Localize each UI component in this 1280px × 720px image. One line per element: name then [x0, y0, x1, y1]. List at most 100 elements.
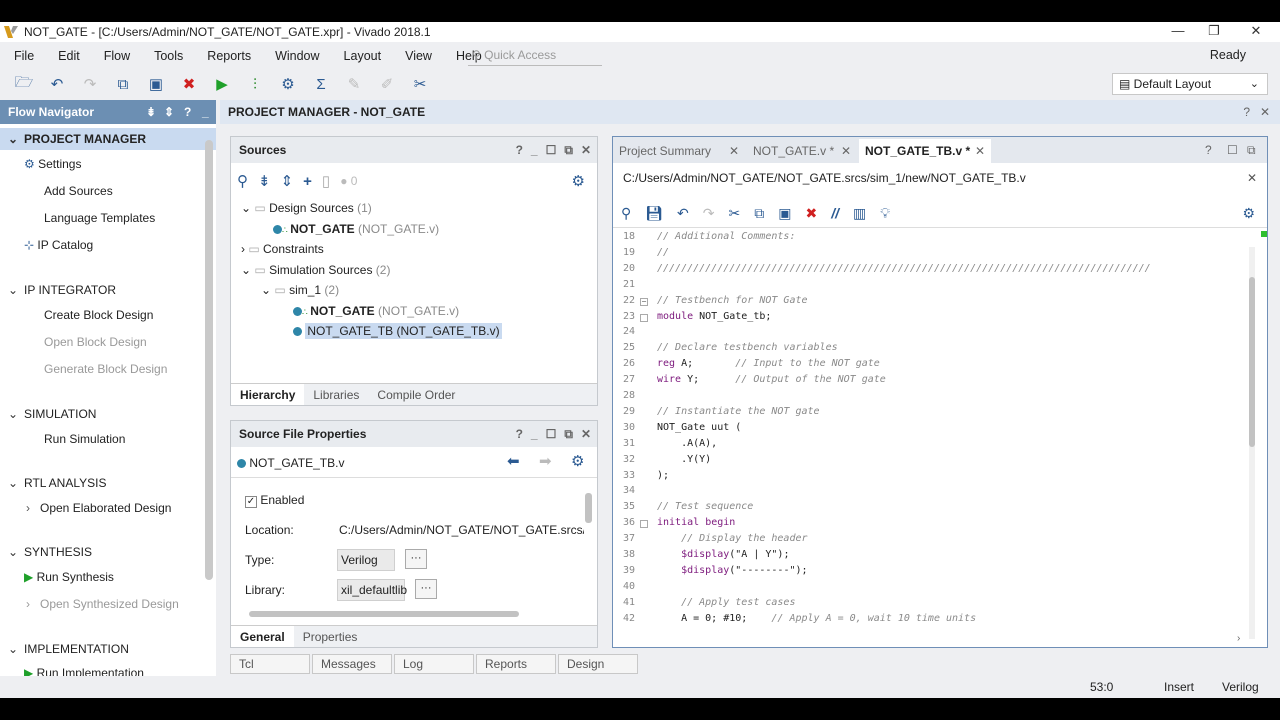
expand-icon[interactable]: ⇕ — [164, 100, 174, 124]
tree-sim-item-not-gate[interactable]: ∴ NOT_GATE (NOT_GATE.v) — [293, 304, 459, 318]
tree-sim-item-tb[interactable]: NOT_GATE_TB (NOT_GATE_TB.v) — [293, 323, 502, 339]
tree-constraints[interactable]: › ▭ Constraints — [241, 242, 324, 256]
fold-marker-icon[interactable] — [640, 313, 648, 322]
close-icon[interactable]: ✕ — [975, 139, 985, 163]
help-icon[interactable]: ? — [1243, 100, 1250, 124]
menu-edit[interactable]: Edit — [58, 49, 80, 63]
section-project-manager[interactable]: ⌄ PROJECT MANAGER — [8, 132, 146, 146]
tab-project-summary[interactable]: Project Summary ✕ — [613, 139, 745, 163]
file-icon[interactable]: ▯ — [322, 172, 330, 190]
close-window-button[interactable]: ✕ — [1236, 22, 1276, 42]
tree-design-top[interactable]: ∴ NOT_GATE (NOT_GATE.v) — [273, 222, 439, 236]
nav-run-synthesis[interactable]: ▶ Run Synthesis — [24, 570, 114, 584]
maximize-icon[interactable]: ☐ — [546, 421, 557, 447]
nav-run-simulation[interactable]: Run Simulation — [44, 432, 125, 446]
close-path-icon[interactable]: ✕ — [1247, 171, 1257, 185]
edit-tool-icon[interactable]: ✐ — [375, 73, 399, 95]
minimize-panel-icon[interactable]: _ — [202, 100, 209, 124]
nav-settings[interactable]: ⚙ Settings — [24, 157, 81, 171]
run-icon[interactable]: ▶ — [210, 73, 234, 95]
disabled-tool-icon[interactable]: ✎ — [342, 73, 366, 95]
nav-open-synthesized-design[interactable]: › Open Synthesized Design — [26, 597, 179, 611]
nav-open-block-design[interactable]: Open Block Design — [44, 335, 147, 349]
nav-create-block-design[interactable]: Create Block Design — [44, 308, 153, 322]
tree-simulation-sources[interactable]: ⌄ ▭ Simulation Sources (2) — [241, 263, 390, 277]
menu-view[interactable]: View — [405, 49, 432, 63]
type-field[interactable]: Verilog — [337, 549, 395, 571]
help-icon[interactable]: ? — [516, 421, 523, 447]
undo-icon[interactable]: ↶ — [45, 73, 69, 95]
section-rtl-analysis[interactable]: ⌄ RTL ANALYSIS — [8, 476, 106, 490]
collapse-all-icon[interactable]: ⇟ — [258, 172, 271, 190]
collapse-all-icon[interactable]: ⇟ — [146, 100, 156, 124]
search-icon[interactable]: ⚲ — [237, 172, 248, 190]
menu-layout[interactable]: Layout — [344, 49, 382, 63]
redo-icon[interactable]: ↷ — [703, 205, 715, 222]
undo-icon[interactable]: ↶ — [677, 205, 689, 222]
tab-libraries[interactable]: Libraries — [304, 384, 368, 405]
copy-icon[interactable]: ⧉ — [754, 205, 764, 222]
menu-tools[interactable]: Tools — [154, 49, 183, 63]
add-icon[interactable]: + — [303, 173, 312, 190]
minimize-icon[interactable]: _ — [531, 421, 538, 447]
tab-not-gate-v[interactable]: NOT_GATE.v * ✕ — [747, 139, 857, 163]
float-icon[interactable]: ⧉ — [564, 421, 573, 447]
float-icon[interactable]: ⧉ — [564, 137, 573, 163]
tab-log[interactable]: Log — [394, 654, 474, 674]
tab-not-gate-tb-v[interactable]: NOT_GATE_TB.v * ✕ — [859, 139, 991, 163]
restore-button[interactable]: ❐ — [1194, 22, 1234, 42]
gear-icon[interactable]: ⚙ — [572, 172, 585, 190]
close-icon[interactable]: ✕ — [1260, 100, 1270, 124]
expand-all-icon[interactable]: ⇕ — [281, 172, 294, 190]
lightbulb-icon[interactable]: 💡︎ — [880, 205, 890, 222]
menu-flow[interactable]: Flow — [104, 49, 130, 63]
type-browse-button[interactable]: ··· — [405, 549, 427, 569]
program-device-icon[interactable]: ⫶ — [243, 73, 267, 95]
flow-navigator-scrollbar[interactable] — [205, 140, 213, 580]
nav-generate-block-design[interactable]: Generate Block Design — [44, 362, 167, 376]
quick-access-input[interactable]: ⚲ Quick Access — [468, 46, 602, 66]
search-icon[interactable]: ⚲ — [621, 205, 631, 222]
gear-icon[interactable]: ⚙ — [1242, 205, 1255, 222]
settings-gear-icon[interactable]: ⚙ — [276, 73, 300, 95]
close-icon[interactable]: ✕ — [841, 139, 851, 163]
copy-icon[interactable]: ⧉ — [111, 73, 135, 95]
paste-icon[interactable]: ▣ — [144, 73, 168, 95]
menu-window[interactable]: Window — [275, 49, 319, 63]
save-icon[interactable]: 💾︎ — [645, 205, 663, 222]
tab-design-runs[interactable]: Design Runs — [558, 654, 638, 689]
tree-design-sources[interactable]: ⌄ ▭ Design Sources (1) — [241, 201, 372, 215]
minimize-icon[interactable]: _ — [531, 137, 538, 163]
fold-marker-icon[interactable] — [640, 520, 648, 529]
nav-language-templates[interactable]: Language Templates — [44, 211, 155, 225]
cut-wire-icon[interactable]: ✂ — [408, 73, 432, 95]
maximize-icon[interactable]: ☐ — [546, 137, 557, 163]
editor-vscroll[interactable] — [1249, 247, 1255, 639]
columns-icon[interactable]: ▥ — [853, 205, 866, 222]
delete-icon[interactable]: ✖ — [805, 205, 817, 222]
tab-properties[interactable]: Properties — [294, 626, 367, 647]
close-icon[interactable]: ✕ — [729, 139, 739, 163]
nav-add-sources[interactable]: Add Sources — [44, 184, 113, 198]
section-ip-integrator[interactable]: ⌄ IP INTEGRATOR — [8, 283, 116, 297]
redo-icon[interactable]: ↷ — [78, 73, 102, 95]
tab-hierarchy[interactable]: Hierarchy — [231, 384, 305, 405]
nav-open-elaborated-design[interactable]: › Open Elaborated Design — [26, 501, 171, 515]
float-icon[interactable]: ⧉ — [1247, 143, 1256, 158]
minimize-button[interactable]: — — [1158, 22, 1198, 42]
sigma-icon[interactable]: Σ — [309, 73, 333, 95]
tab-tcl-console[interactable]: Tcl Console — [230, 654, 310, 689]
fold-marker-icon[interactable]: − — [640, 297, 648, 306]
back-arrow-icon[interactable]: ⬅ — [507, 452, 520, 470]
help-icon[interactable]: ? — [516, 137, 523, 163]
gear-icon[interactable]: ⚙ — [571, 452, 584, 470]
menu-reports[interactable]: Reports — [207, 49, 251, 63]
close-icon[interactable]: ✕ — [581, 137, 591, 163]
section-implementation[interactable]: ⌄ IMPLEMENTATION — [8, 642, 129, 656]
close-icon[interactable]: ✕ — [581, 421, 591, 447]
tab-general[interactable]: General — [231, 626, 294, 647]
help-icon[interactable]: ? — [1205, 143, 1212, 157]
maximize-icon[interactable]: ☐ — [1227, 143, 1238, 157]
properties-vscroll[interactable] — [585, 493, 592, 523]
nav-ip-catalog[interactable]: ⊹ IP Catalog — [24, 238, 93, 252]
